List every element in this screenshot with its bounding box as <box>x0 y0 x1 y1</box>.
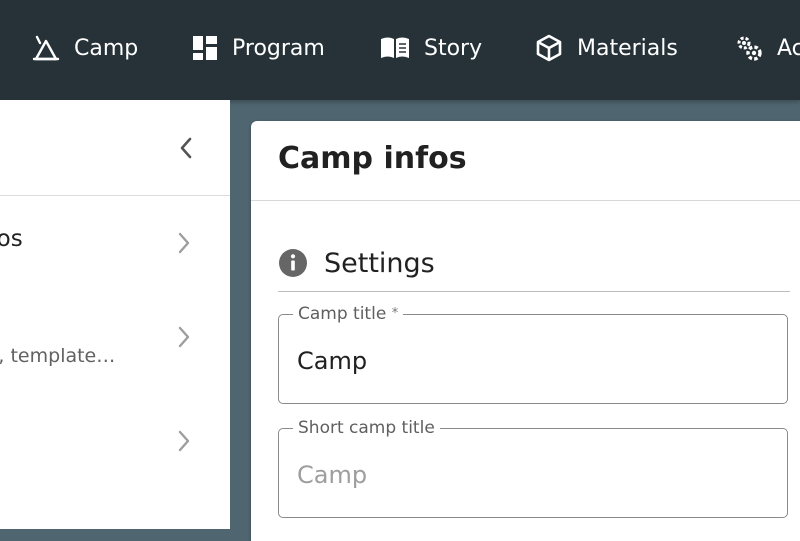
nav-item-materials[interactable]: Materials <box>535 0 678 96</box>
camp-title-field: Camp title * <box>278 314 788 404</box>
grid-icon <box>192 35 218 61</box>
settings-section-header: Settings <box>278 243 435 283</box>
nav-item-admin[interactable]: Ac <box>735 0 800 96</box>
chevron-left-icon <box>174 134 198 162</box>
page-title: Camp infos <box>278 141 467 176</box>
collapse-sidebar-button[interactable] <box>174 134 198 162</box>
info-icon <box>278 248 308 278</box>
required-marker: * <box>392 306 399 321</box>
short-camp-title-input[interactable] <box>297 457 767 493</box>
sidebar-item-categories[interactable]: es /, template… <box>0 305 230 375</box>
nav-label: Materials <box>577 36 678 61</box>
top-navigation-bar: Camp Program Story Materials <box>0 0 800 100</box>
camp-infos-card: Camp infos Settings Camp title * Short c… <box>251 121 800 541</box>
nav-label: Program <box>232 36 325 61</box>
nav-label: Story <box>424 36 482 61</box>
section-divider <box>278 291 790 292</box>
tent-icon <box>32 35 60 61</box>
nav-label: Camp <box>74 36 138 61</box>
chevron-right-icon <box>174 428 194 454</box>
sidebar-item-infos[interactable]: nfos <box>0 210 230 280</box>
sidebar-divider <box>0 195 230 196</box>
sidebar: nfos es /, template… <box>0 100 230 529</box>
nav-item-story[interactable]: Story <box>380 0 482 96</box>
gears-icon <box>735 34 763 62</box>
short-camp-title-label: Short camp title <box>293 417 440 439</box>
short-camp-title-field: Short camp title <box>278 428 788 518</box>
sidebar-item-label: nfos <box>0 226 23 252</box>
book-icon <box>380 36 410 60</box>
card-divider <box>251 200 800 201</box>
chevron-right-icon <box>174 230 194 256</box>
camp-title-input[interactable] <box>297 343 767 379</box>
sidebar-item-sublabel: /, template… <box>0 345 115 367</box>
nav-item-program[interactable]: Program <box>192 0 325 96</box>
chevron-right-icon <box>174 324 194 350</box>
sidebar-item-3[interactable] <box>0 410 230 480</box>
nav-item-camp[interactable]: Camp <box>32 0 138 96</box>
package-icon <box>535 34 563 62</box>
camp-title-label: Camp title * <box>293 303 403 325</box>
nav-label: Ac <box>777 36 800 61</box>
section-title: Settings <box>324 248 435 279</box>
